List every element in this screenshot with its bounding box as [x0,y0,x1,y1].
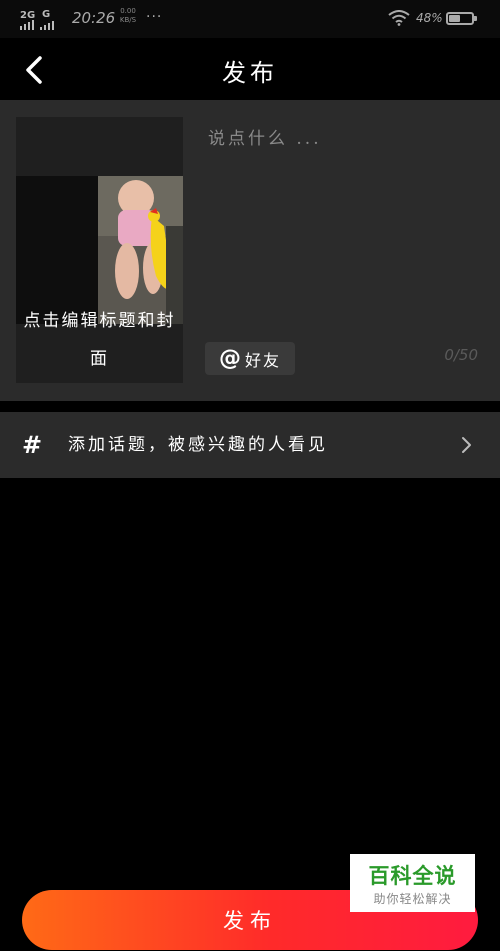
watermark-sub: 助你轻松解决 [373,892,452,906]
caption-input[interactable] [206,122,486,326]
char-count: 0/50 [444,346,478,364]
cover-editor[interactable]: 点击编辑标题和封面 [16,117,183,383]
signal-icon [20,20,54,30]
header: 发布 [0,38,500,100]
watermark-main: 百科全说 [368,864,457,888]
add-topic-label: 添加话题，被感兴趣的人看见 [68,435,328,455]
cover-label: 点击编辑标题和封面 [23,311,176,369]
hashtag-icon: # [22,431,43,459]
more-notifications-icon: ··· [146,9,163,25]
compose-card: 点击编辑标题和封面 @ 好友 0/50 [0,100,500,401]
network-speed-unit: KB/S [119,16,137,24]
wifi-icon [388,10,410,26]
chevron-right-icon [462,437,471,453]
status-bar: 2G G 20:26 0.00 KB/S ··· 48% [0,0,500,38]
at-icon: @ [218,345,241,371]
battery-percent: 48% [416,11,443,25]
status-time: 20:26 [72,9,116,27]
watermark-logo: 百科全说 助你轻松解决 [350,854,475,912]
page-title: 发布 [222,59,278,87]
network-speed: 0.00 KB/S [117,7,139,25]
mention-friend-label: 好友 [244,350,281,370]
add-topic-row[interactable]: # 添加话题，被感兴趣的人看见 [0,412,500,478]
network-speed-value: 0.00 [120,7,136,15]
mention-friend-button[interactable]: @ 好友 [205,342,295,375]
battery-icon [446,12,477,25]
signal-label-2: G [42,9,51,20]
